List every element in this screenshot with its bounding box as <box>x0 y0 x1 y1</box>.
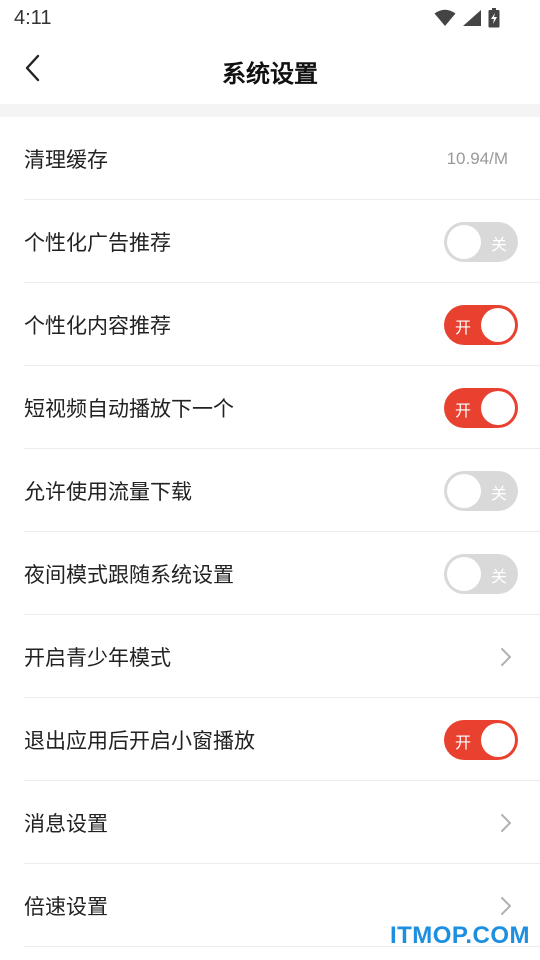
status-time: 4:11 <box>14 7 52 29</box>
toggle-switch[interactable]: 开 <box>444 719 518 760</box>
settings-row[interactable]: 允许使用流量下载 关 <box>0 449 540 532</box>
chevron-right-icon <box>496 647 516 667</box>
toggle-switch[interactable]: 关 <box>444 553 518 594</box>
wifi-icon <box>434 9 456 31</box>
settings-row-label: 个性化广告推荐 <box>24 230 171 255</box>
settings-row-label: 开启青少年模式 <box>24 645 171 670</box>
settings-row[interactable]: 夜间模式跟随系统设置 关 <box>0 532 540 615</box>
page-title: 系统设置 <box>222 60 318 88</box>
settings-list: 清理缓存 10.94/M 个性化广告推荐关个性化内容推荐开短视频自动播放下一个开允许… <box>0 117 540 947</box>
toggle-state-text: 关 <box>490 234 507 254</box>
toggle-knob <box>447 473 481 508</box>
watermark-logo: ITMOP.COM <box>389 922 530 949</box>
chevron-right-icon <box>496 896 516 916</box>
settings-row-label: 短视频自动播放下一个 <box>24 396 234 421</box>
toggle-switch[interactable]: 开 <box>444 304 518 345</box>
chevron-right-icon <box>496 813 516 833</box>
settings-row-label: 消息设置 <box>24 811 108 836</box>
toggle-state-text: 关 <box>490 483 507 503</box>
cell-signal-icon <box>462 9 482 31</box>
settings-row-label: 个性化内容推荐 <box>24 313 171 338</box>
settings-row-label: 允许使用流量下载 <box>24 479 192 504</box>
settings-row[interactable]: 退出应用后开启小窗播放 开 <box>0 698 540 781</box>
toggle-knob <box>481 722 515 757</box>
toggle-switch[interactable]: 开 <box>444 387 518 428</box>
toggle-state-text: 开 <box>455 732 472 752</box>
settings-row-label: 退出应用后开启小窗播放 <box>24 728 255 753</box>
toggle-switch[interactable]: 关 <box>444 221 518 262</box>
settings-row[interactable]: 清理缓存 10.94/M <box>0 117 540 200</box>
toggle-knob <box>447 556 481 591</box>
settings-row-label: 夜间模式跟随系统设置 <box>24 562 234 587</box>
settings-row-label: 清理缓存 <box>24 147 108 172</box>
settings-row[interactable]: 个性化广告推荐 关 <box>0 200 540 283</box>
cache-size-value: 10.94/M <box>446 148 508 168</box>
toggle-state-text: 开 <box>455 400 472 420</box>
battery-charging-icon <box>488 8 500 32</box>
nav-bar: 系统设置 <box>0 36 540 104</box>
settings-row[interactable]: 个性化内容推荐 开 <box>0 283 540 366</box>
toggle-state-text: 开 <box>455 317 472 337</box>
settings-row[interactable]: 短视频自动播放下一个 开 <box>0 366 540 449</box>
toggle-knob <box>481 390 515 425</box>
settings-row[interactable]: 开启青少年模式 <box>0 615 540 698</box>
settings-row-label: 倍速设置 <box>24 894 108 919</box>
toggle-switch[interactable]: 关 <box>444 470 518 511</box>
settings-row[interactable]: 消息设置 <box>0 781 540 864</box>
section-divider <box>0 104 540 117</box>
status-bar: 4:11 <box>0 0 540 36</box>
status-icons <box>434 8 500 32</box>
toggle-knob <box>481 307 515 342</box>
toggle-state-text: 关 <box>490 566 507 586</box>
toggle-knob <box>447 224 481 259</box>
